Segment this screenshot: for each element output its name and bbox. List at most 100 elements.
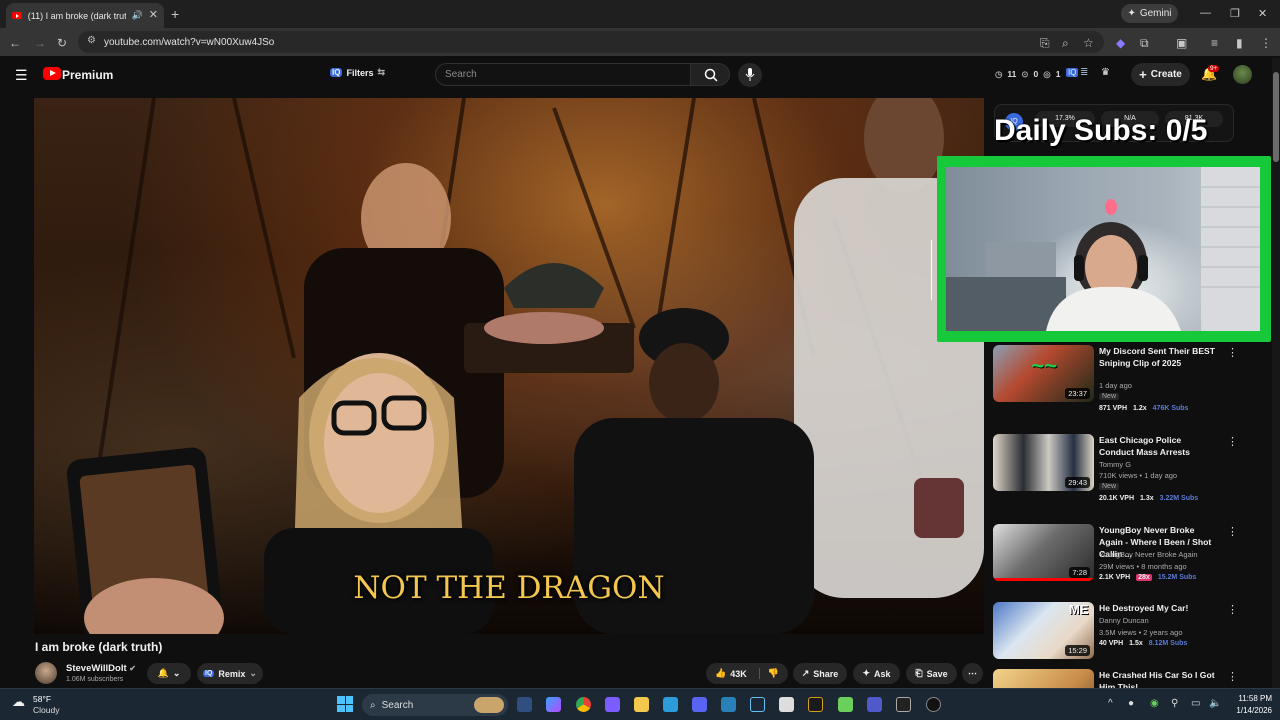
app-icon-green[interactable] [838, 697, 853, 712]
plus-icon: + [1139, 67, 1147, 82]
more-actions-button[interactable]: ⋯ [962, 663, 983, 684]
site-info-icon[interactable]: ⚙ [87, 35, 96, 46]
vidiq-toolbar-icon[interactable]: IQ [1066, 68, 1079, 77]
windows-start-icon[interactable] [337, 696, 353, 712]
chrome-icon[interactable] [576, 697, 591, 712]
app-icon-purple[interactable] [605, 697, 620, 712]
voice-search-button[interactable] [738, 63, 762, 87]
notepad-icon[interactable] [663, 697, 678, 712]
weather-icon[interactable]: ☁ [12, 694, 25, 710]
discord-icon[interactable] [692, 697, 707, 712]
gemini-button[interactable]: ✦ Gemini [1121, 4, 1178, 23]
like-count[interactable]: 43K [730, 669, 747, 679]
video-title[interactable]: He Destroyed My Car! [1099, 602, 1217, 614]
new-tab-icon[interactable]: + [171, 7, 179, 21]
clock-date[interactable]: 1/14/2026 [1228, 706, 1272, 715]
filters-button[interactable]: IQ Filters ⇆ [330, 67, 385, 78]
channel-avatar[interactable] [35, 662, 57, 684]
youtube-premium-label[interactable]: Premium [62, 68, 113, 82]
ask-button[interactable]: ✦ Ask [853, 663, 900, 684]
file-explorer-icon[interactable] [634, 697, 649, 712]
trophy-icon[interactable]: ♛ [1101, 67, 1110, 78]
video-menu-icon[interactable]: ⋮ [1227, 346, 1238, 359]
video-menu-icon[interactable]: ⋮ [1227, 435, 1238, 448]
extensions-puzzle-icon[interactable]: ⧉ [1140, 36, 1149, 51]
app-icon-gold[interactable] [808, 697, 823, 712]
back-icon[interactable]: ← [9, 36, 21, 50]
youtube-logo-icon[interactable] [43, 67, 61, 80]
video-title[interactable]: East Chicago Police Conduct Mass Arrests [1099, 434, 1217, 458]
dislike-icon[interactable]: 👎 [758, 668, 779, 679]
tab-close-icon[interactable]: ✕ [149, 10, 158, 21]
window-close-icon[interactable]: ✕ [1258, 7, 1267, 20]
obs-icon[interactable] [926, 697, 941, 712]
video-menu-icon[interactable]: ⋮ [1227, 670, 1238, 683]
reload-icon[interactable]: ↻ [57, 36, 67, 50]
network-icon[interactable]: ▭ [1191, 698, 1200, 709]
task-view-icon[interactable] [517, 697, 532, 712]
hamburger-menu-icon[interactable]: ☰ [15, 67, 28, 84]
like-icon[interactable]: 👍 [715, 668, 726, 679]
list-icon[interactable]: ≣ [1080, 67, 1088, 78]
recommended-video-1[interactable]: ~~ 23:37 My Discord Sent Their BEST Snip… [993, 345, 1263, 423]
tray-status-icon[interactable]: ◉ [1150, 698, 1159, 709]
video-title[interactable]: My Discord Sent Their BEST Sniping Clip … [1099, 345, 1217, 369]
share-button[interactable]: ↗ Share [793, 663, 847, 684]
tray-expand-icon[interactable]: ^ [1108, 698, 1113, 709]
install-app-icon[interactable]: ⎘ [1040, 36, 1050, 51]
channel-name[interactable]: Tommy G [1099, 460, 1131, 469]
search-input[interactable]: Search [435, 63, 691, 86]
channel-name[interactable]: Danny Duncan [1099, 616, 1149, 625]
thumbnail-5[interactable] [993, 669, 1094, 688]
channel-name[interactable]: SteveWillDoIt ✔ [66, 663, 136, 674]
recommended-video-3[interactable]: 7:28 YoungBoy Never Broke Again - Where … [993, 524, 1263, 602]
save-button[interactable]: ⎗ Save [906, 663, 957, 684]
photos-icon[interactable] [721, 697, 736, 712]
profile-icon[interactable]: ▮ [1236, 36, 1243, 50]
recommended-video-2[interactable]: 29:43 East Chicago Police Conduct Mass A… [993, 434, 1263, 512]
app-icon-dark[interactable] [896, 697, 911, 712]
thumbnail-3[interactable]: 7:28 [993, 524, 1094, 581]
tray-mic-icon[interactable]: ⚲ [1171, 698, 1178, 709]
tray-app-icon[interactable]: ● [1128, 698, 1134, 709]
restore-icon[interactable]: ❐ [1230, 7, 1240, 20]
weather-condition[interactable]: Cloudy [33, 705, 59, 715]
thumbnail-4[interactable]: ME 15:29 [993, 602, 1094, 659]
bookmark-star-icon[interactable]: ☆ [1083, 36, 1094, 50]
url-bar[interactable]: ⚙ youtube.com/watch?v=wN00Xuw4JSo [78, 31, 1104, 53]
remix-button[interactable]: IQ Remix ⌄ [197, 663, 263, 684]
video-player[interactable]: NOT THE DRAGON [34, 98, 984, 634]
video-menu-icon[interactable]: ⋮ [1227, 603, 1238, 616]
header-counters: ◷ 11 ⊙ 0 ◎ 1 [995, 69, 1060, 80]
volume-icon[interactable]: 🔈 [1209, 698, 1221, 709]
zoom-icon[interactable]: ⌕ [1062, 36, 1069, 51]
forward-icon[interactable]: → [34, 36, 46, 50]
vph: 40 VPH [1099, 640, 1124, 647]
side-panel-icon[interactable]: ▣ [1176, 36, 1187, 50]
copilot-icon[interactable] [546, 697, 561, 712]
bell-icon: 🔔 [157, 668, 169, 678]
thumbnail-2[interactable]: 29:43 [993, 434, 1094, 491]
media-controls-icon[interactable]: ≡ [1211, 36, 1218, 50]
video-title[interactable]: He Crashed His Car So I Got Him This! [1099, 669, 1217, 688]
extension-icon[interactable]: ◆ [1116, 36, 1125, 50]
taskbar-search[interactable]: ⌕ Search [362, 694, 508, 716]
menu-kebab-icon[interactable]: ⋮ [1260, 36, 1272, 50]
thumbnail-1[interactable]: ~~ 23:37 [993, 345, 1094, 402]
video-menu-icon[interactable]: ⋮ [1227, 525, 1238, 538]
create-button[interactable]: + Create [1131, 63, 1190, 86]
account-avatar[interactable] [1233, 65, 1252, 84]
speaker-icon[interactable]: 🔊 [132, 11, 143, 20]
app-icon-white[interactable] [779, 697, 794, 712]
teams-icon[interactable] [867, 697, 882, 712]
subscribed-bell-button[interactable]: 🔔 ⌄ [147, 663, 191, 684]
scrollbar-thumb[interactable] [1273, 72, 1279, 162]
recommended-video-5[interactable]: He Crashed His Car So I Got Him This! ⋮ [993, 669, 1263, 688]
minimize-icon[interactable]: — [1200, 7, 1211, 19]
search-button[interactable] [690, 63, 730, 86]
weather-temp[interactable]: 58°F [33, 694, 51, 704]
steam-icon[interactable] [750, 697, 765, 712]
browser-tab[interactable]: (11) I am broke (dark truth) 🔊 ✕ [6, 3, 164, 28]
channel-name[interactable]: YoungBoy Never Broke Again [1099, 550, 1198, 559]
clock-time[interactable]: 11:58 PM [1228, 694, 1272, 703]
